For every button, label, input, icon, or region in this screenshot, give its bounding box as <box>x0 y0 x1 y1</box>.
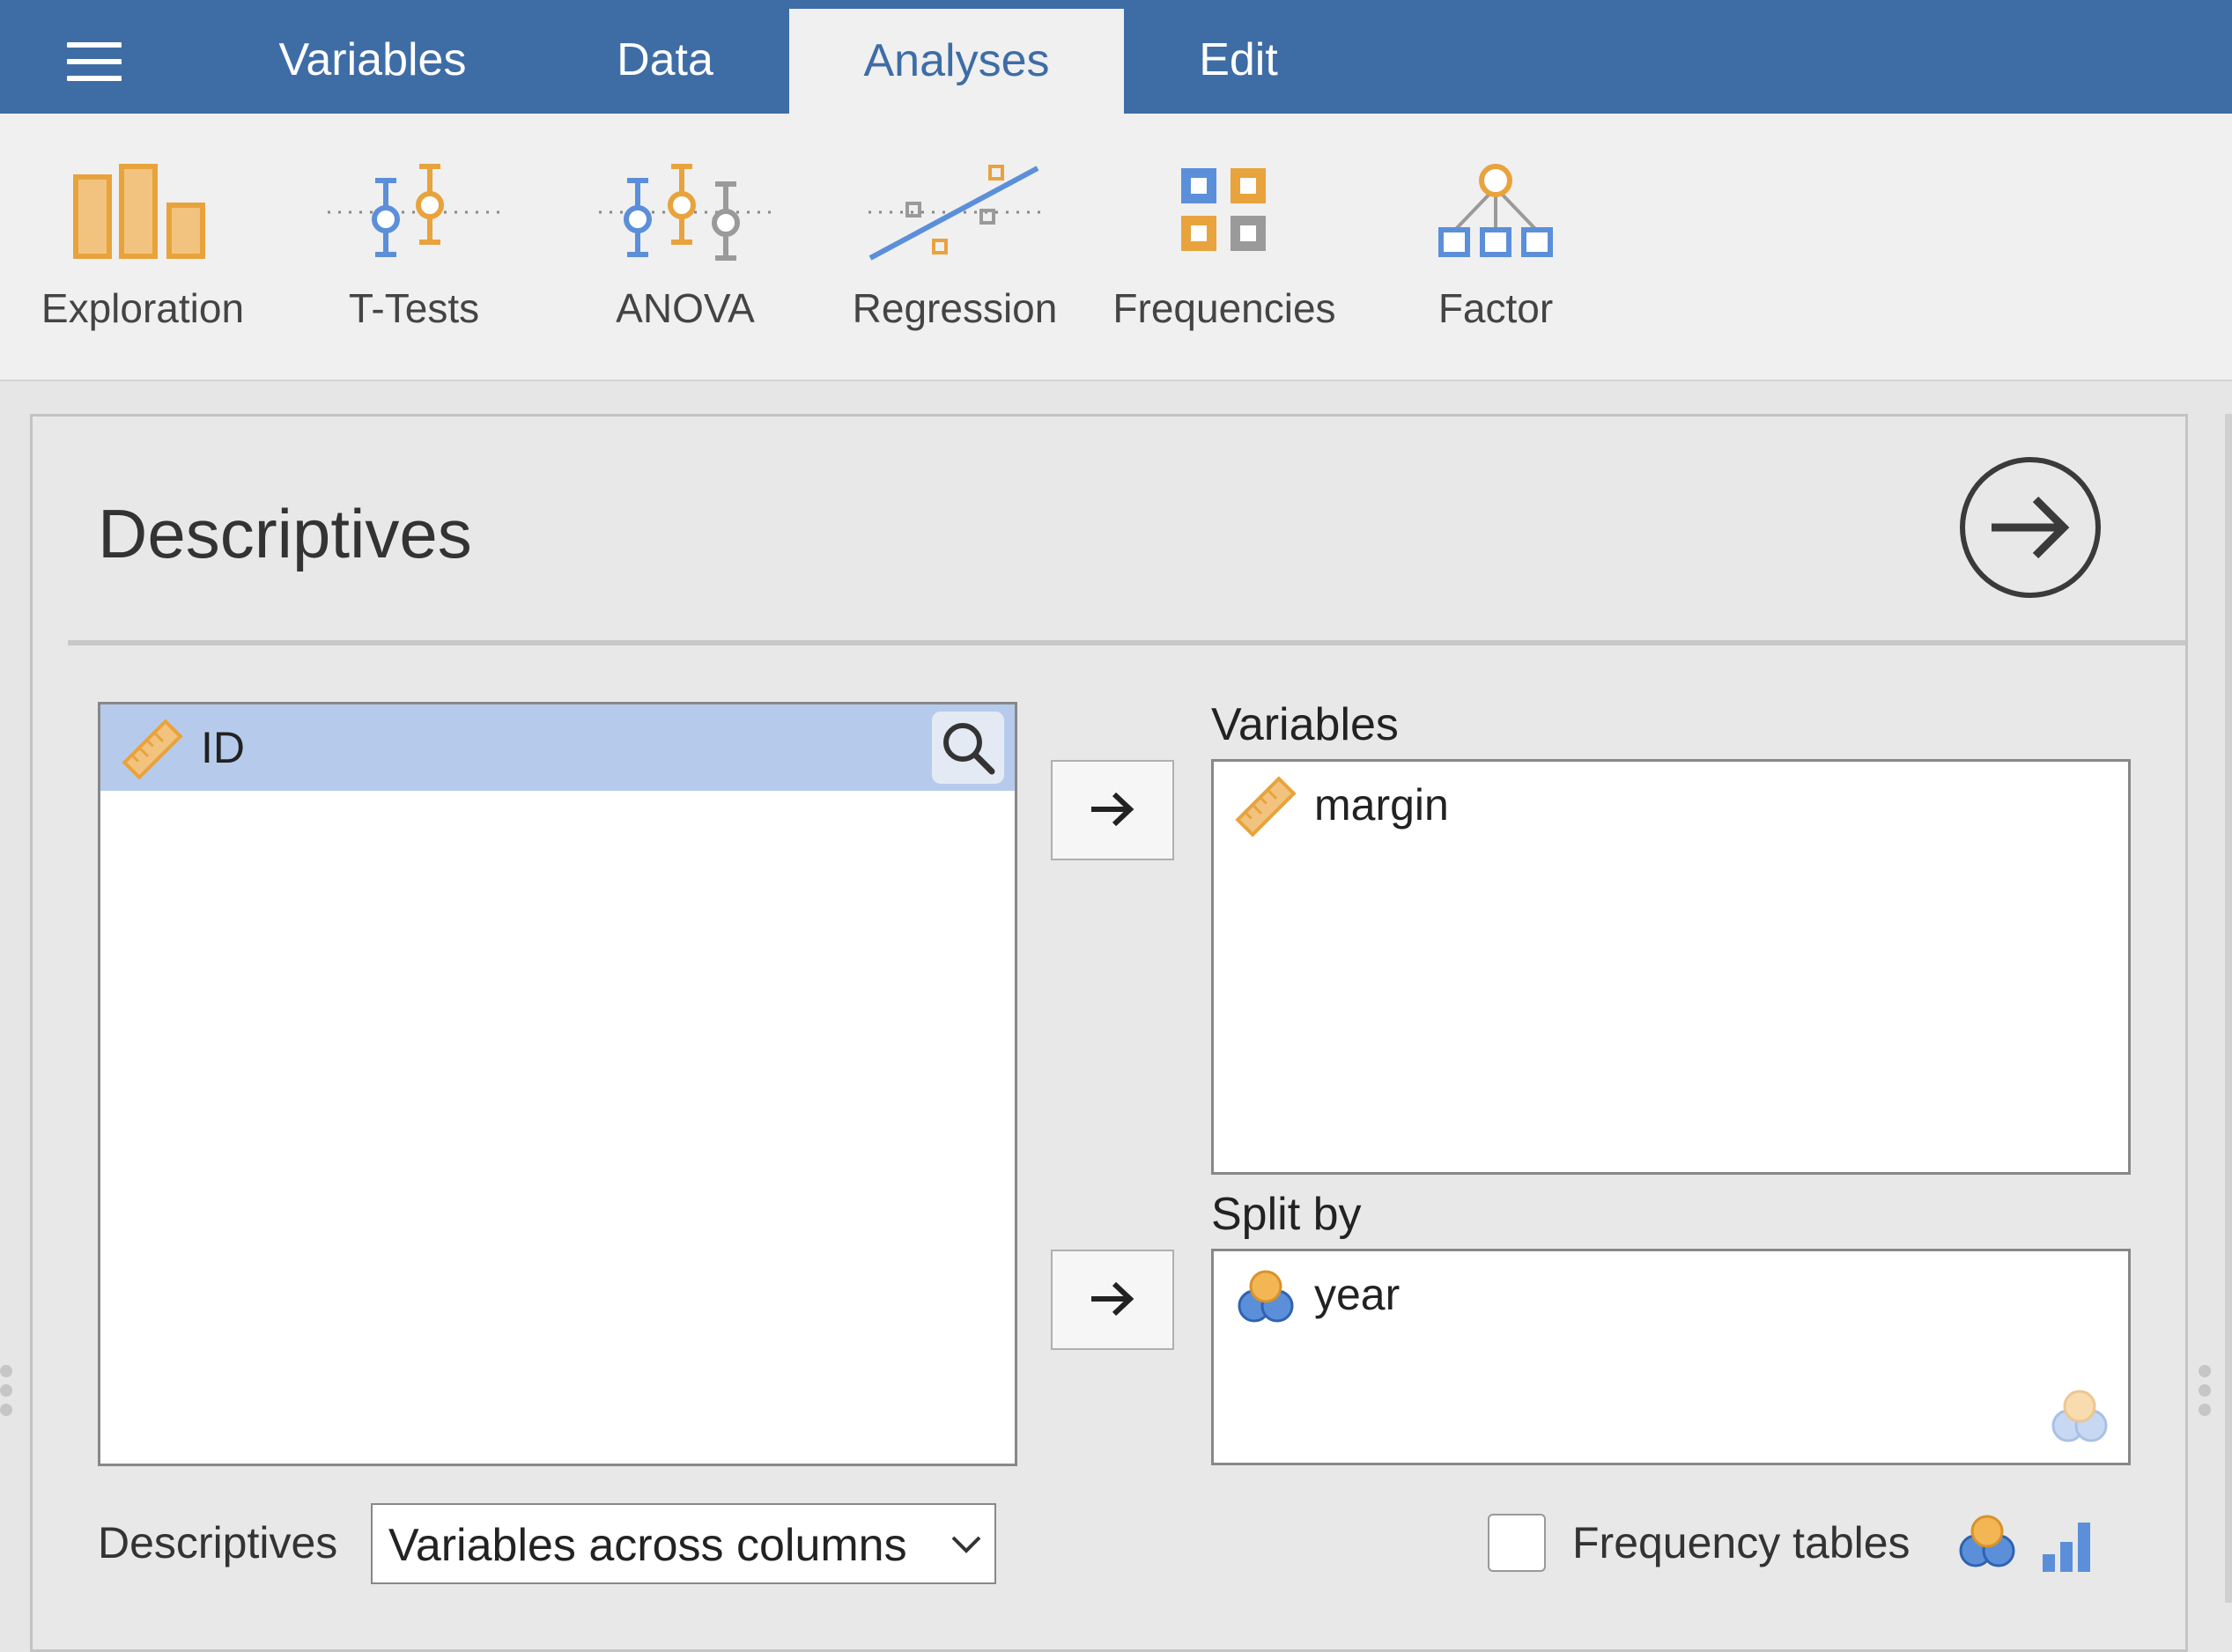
variable-search-button[interactable] <box>932 712 1004 784</box>
descriptives-layout-label: Descriptives <box>98 1518 338 1567</box>
tab-data[interactable]: Data <box>581 0 749 114</box>
hamburger-menu-icon[interactable] <box>67 42 122 81</box>
factor-label: Factor <box>1437 285 1554 331</box>
tab-variables[interactable]: Variables <box>236 0 509 114</box>
exploration-label: Exploration <box>41 285 245 331</box>
descriptives-layout-select[interactable]: Variables across columns <box>371 1503 996 1584</box>
frequencies-icon <box>1181 168 1266 251</box>
descriptives-layout-value: Variables across columns <box>388 1520 907 1571</box>
arrow-right-circle-icon <box>1960 457 2101 598</box>
source-variable-row[interactable]: ID <box>100 704 1015 791</box>
exploration-icon <box>73 164 205 259</box>
nominal-circles-icon <box>1238 1270 1294 1323</box>
variables-label: Variables <box>1211 699 1399 750</box>
chevron-down-icon <box>951 1536 981 1553</box>
variables-list-item[interactable]: margin <box>1314 779 1449 830</box>
regression-icon <box>868 165 1041 261</box>
menu-bar: Variables Data Analyses Edit <box>0 0 2232 114</box>
move-to-split-by-button[interactable] <box>1051 1250 1174 1350</box>
anova-button[interactable]: ANOVA <box>553 114 817 378</box>
source-variable-list[interactable]: ID <box>98 702 1017 1466</box>
frequencies-label: Frequencies <box>1112 285 1336 331</box>
arrow-right-icon <box>1091 1281 1134 1316</box>
continuous-ruler-icon <box>122 719 183 780</box>
anova-label: ANOVA <box>616 285 755 331</box>
nominal-circles-faded-icon <box>2051 1390 2108 1442</box>
split-by-label: Split by <box>1211 1189 1362 1240</box>
run-analysis-button[interactable] <box>1960 457 2101 598</box>
panel-title: Descriptives <box>98 495 472 572</box>
split-by-target-list[interactable]: year <box>1211 1249 2131 1465</box>
regression-button[interactable]: Regression <box>823 114 1087 378</box>
search-icon <box>943 723 995 775</box>
t-tests-button[interactable]: T-Tests <box>282 114 546 378</box>
frequencies-button[interactable]: Frequencies <box>1092 114 1356 378</box>
right-resize-grip[interactable] <box>2199 1365 2211 1423</box>
nominal-circles-icon <box>1959 1515 2015 1567</box>
variables-target-list[interactable]: margin <box>1211 759 2131 1175</box>
descriptives-options-panel: Descriptives ID Variables margin Split b… <box>30 414 2188 1652</box>
arrow-right-icon <box>1091 792 1134 827</box>
anova-icon <box>599 164 772 261</box>
source-variable-name: ID <box>201 723 245 772</box>
scrollbar[interactable] <box>2225 414 2232 1603</box>
frequency-tables-checkbox[interactable] <box>1488 1514 1546 1572</box>
split-by-list-item[interactable]: year <box>1314 1269 1400 1320</box>
move-to-variables-button[interactable] <box>1051 760 1174 860</box>
factor-button[interactable]: Factor <box>1364 114 1628 378</box>
frequency-tables-label[interactable]: Frequency tables <box>1572 1517 1911 1568</box>
continuous-ruler-icon <box>1235 776 1297 837</box>
left-resize-grip[interactable] <box>0 1365 12 1423</box>
analyses-ribbon: Exploration T-Tests ANOVA Regression Fre… <box>0 114 2232 381</box>
title-divider <box>68 640 2185 645</box>
exploration-button[interactable]: Exploration <box>11 114 275 378</box>
t-tests-icon <box>328 164 500 257</box>
tab-analyses[interactable]: Analyses <box>789 9 1124 114</box>
t-tests-label: T-Tests <box>348 285 480 331</box>
tab-edit[interactable]: Edit <box>1157 0 1319 114</box>
factor-icon <box>1438 164 1553 257</box>
bar-chart-icon <box>2043 1523 2090 1572</box>
regression-label: Regression <box>852 285 1058 331</box>
